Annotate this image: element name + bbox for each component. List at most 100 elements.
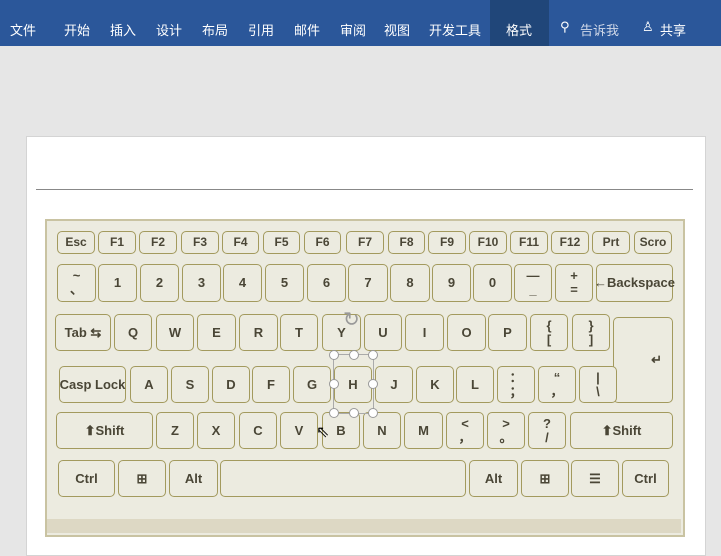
key[interactable]: F12 [551,231,589,254]
key[interactable]: Casp Lock [59,366,126,403]
key[interactable]: 6 [307,264,346,302]
key[interactable]: V [280,412,318,449]
resize-handle[interactable] [349,350,359,360]
key[interactable]: 1 [98,264,137,302]
resize-handle[interactable] [329,408,339,418]
key[interactable]: 8 [390,264,430,302]
key[interactable]: 0 [473,264,512,302]
key[interactable]: C [239,412,277,449]
resize-handle[interactable] [329,350,339,360]
key[interactable]: 3 [182,264,221,302]
key[interactable]: X [197,412,235,449]
key[interactable]: D [212,366,250,403]
search-icon[interactable]: ⚲ [560,20,570,35]
key[interactable]: { [ [530,314,568,351]
key[interactable]: Ctrl [622,460,669,497]
key[interactable]: U [364,314,402,351]
key[interactable]: F6 [304,231,341,254]
key[interactable]: “ ， [538,366,576,403]
keyboard-bottom-strip [47,519,681,533]
key[interactable]: Prt [592,231,630,254]
mouse-cursor-icon: ⇖ [316,424,330,441]
tab-insert[interactable]: 插入 [110,20,136,39]
key[interactable]: A [130,366,168,403]
key[interactable]: P [488,314,527,351]
key[interactable]: | \ [579,366,617,403]
tab-design[interactable]: 设计 [156,20,182,39]
key[interactable]: F10 [469,231,507,254]
key[interactable]: ←Backspace [594,264,675,302]
tab-format[interactable]: 格式 [506,20,532,39]
key[interactable]: F4 [222,231,259,254]
tab-references[interactable]: 引用 [248,20,274,39]
key[interactable]: O [447,314,486,351]
key[interactable]: 5 [265,264,304,302]
key[interactable]: + = [555,264,593,302]
key[interactable]: 7 [348,264,388,302]
key[interactable]: F2 [139,231,177,254]
tab-home[interactable]: 开始 [64,20,90,39]
tab-layout[interactable]: 布局 [202,20,228,39]
resize-handle[interactable] [329,379,339,389]
key[interactable]: Ctrl [58,460,115,497]
key[interactable]: Esc [57,231,95,254]
key[interactable]: G [293,366,331,403]
key[interactable]: ⬆Shift [56,412,153,449]
key[interactable]: F [252,366,290,403]
key[interactable]: 2 [140,264,179,302]
key[interactable]: ↵ [613,317,673,403]
resize-handle[interactable] [368,379,378,389]
key[interactable]: F3 [181,231,219,254]
key[interactable]: ⬆Shift [570,412,673,449]
tab-developer[interactable]: 开发工具 [429,20,481,39]
header-line [36,189,693,190]
key[interactable]: L [456,366,494,403]
key[interactable]: F1 [98,231,136,254]
user-icon[interactable]: ♙ [642,20,654,35]
key[interactable]: F11 [510,231,548,254]
key[interactable]: Alt [169,460,218,497]
key[interactable]: E [197,314,236,351]
key[interactable]: W [156,314,194,351]
key[interactable]: T [280,314,318,351]
tab-file[interactable]: 文件 [10,20,36,39]
key[interactable]: ⊞ [118,460,166,497]
key[interactable]: S [171,366,209,403]
key[interactable]: M [404,412,443,449]
key[interactable]: 4 [223,264,262,302]
tab-view[interactable]: 视图 [384,20,410,39]
key[interactable]: 9 [432,264,471,302]
key[interactable]: ~ 、 [57,264,96,302]
key[interactable]: } ] [572,314,610,351]
key[interactable]: Alt [469,460,518,497]
key[interactable]: Q [114,314,152,351]
share-button[interactable]: 共享 [660,20,686,39]
resize-handle[interactable] [368,350,378,360]
key[interactable]: ： ； [497,366,535,403]
key[interactable]: < ， [446,412,484,449]
key[interactable]: N [363,412,401,449]
key[interactable]: J [375,366,413,403]
tab-mailings[interactable]: 邮件 [294,20,320,39]
key[interactable]: Scro [634,231,672,254]
key[interactable]: ? / [528,412,566,449]
key[interactable]: — _ [514,264,552,302]
rotate-handle-icon[interactable]: ↻ [343,307,360,332]
resize-handle[interactable] [368,408,378,418]
key[interactable]: ⊞ [521,460,569,497]
tab-review[interactable]: 审阅 [340,20,366,39]
key[interactable]: Z [156,412,194,449]
key[interactable]: R [239,314,278,351]
key[interactable]: Tab ⇆ [55,314,111,351]
key[interactable]: F8 [388,231,425,254]
key[interactable]: > 。 [487,412,525,449]
key[interactable]: F9 [428,231,466,254]
key[interactable]: F5 [263,231,300,254]
resize-handle[interactable] [349,408,359,418]
key[interactable]: K [416,366,454,403]
key[interactable] [220,460,466,497]
key[interactable]: I [405,314,444,351]
key[interactable]: ☰ [571,460,619,497]
key[interactable]: F7 [346,231,384,254]
tell-me-input[interactable]: 告诉我 [580,20,619,39]
